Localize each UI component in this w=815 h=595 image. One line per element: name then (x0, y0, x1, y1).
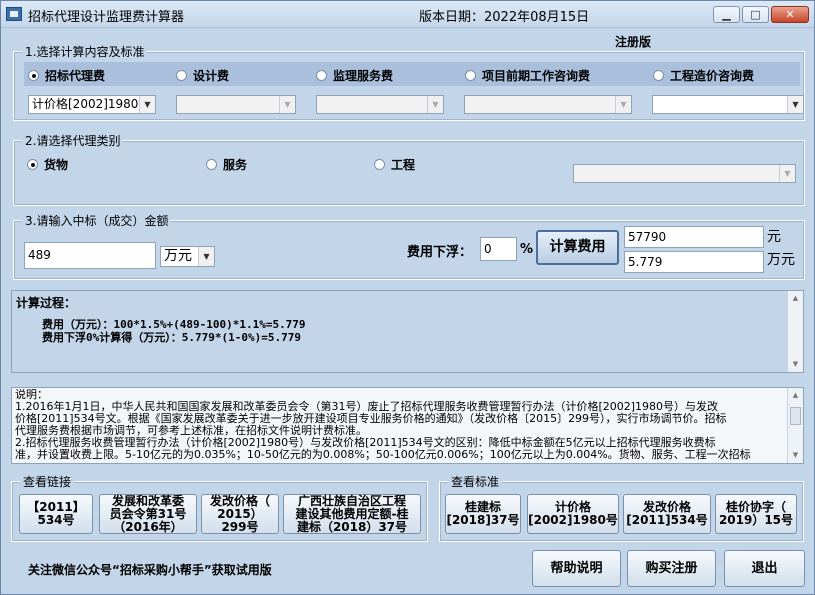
std-guijianbiao-button[interactable]: 桂建标 [2018]37号 (445, 494, 521, 534)
radio-label: 工程 (391, 158, 416, 172)
radio-label: 货物 (44, 158, 69, 172)
radio-label: 设计费 (193, 69, 230, 83)
select-value: 万元 (164, 248, 192, 264)
maximize-button[interactable]: □ (742, 6, 769, 23)
chevron-down-icon: ▼ (615, 96, 631, 113)
std-1980-button[interactable]: 计价格 [2002]1980号 (527, 494, 619, 534)
process-line-2: 费用下浮0%计算得（万元）：5.779*(1-0%)=5.779 (42, 331, 301, 344)
std-guijiaxie-button[interactable]: 桂价协字（ 2019）15号 (715, 494, 797, 534)
radio-dot (465, 70, 476, 81)
app-icon (6, 7, 22, 21)
links-title: 查看链接 (20, 473, 75, 490)
section-agency-category: 2.请选择代理类别 货物 服务 工程 ▼ (13, 132, 805, 206)
result-wan-field: 5.779 (624, 251, 764, 273)
scroll-up-icon[interactable]: ▲ (788, 291, 803, 306)
scroll-thumb[interactable] (790, 407, 801, 425)
radio-dot (27, 159, 38, 170)
chevron-down-icon: ▼ (139, 96, 155, 113)
notes-scrollbar[interactable]: ▲ ▼ (787, 388, 803, 463)
result-yuan-field: 57790 (624, 226, 764, 248)
cost-consult-standard-select[interactable]: ▼ (652, 95, 804, 114)
radio-engineering[interactable]: 工程 (374, 156, 415, 173)
title-bar: 招标代理设计监理费计算器 版本日期：2022年08月15日 ▁ □ ✕ (1, 1, 814, 28)
chevron-down-icon: ▼ (427, 96, 443, 113)
link-2015-299-button[interactable]: 发改价格（ 2015） 299号 (201, 494, 279, 534)
link-order-31-button[interactable]: 发展和改革委 员会令第31号 （2016年） (99, 494, 197, 534)
radio-tender-agency[interactable]: 招标代理费 (28, 67, 105, 84)
chevron-down-icon: ▼ (198, 247, 214, 266)
standards-title: 查看标准 (448, 473, 503, 490)
help-button[interactable]: 帮助说明 (532, 550, 621, 587)
buy-register-button[interactable]: 购买注册 (627, 550, 716, 587)
radio-label: 项目前期工作咨询费 (482, 69, 591, 83)
radio-goods[interactable]: 货物 (27, 156, 68, 173)
radio-label: 服务 (223, 158, 248, 172)
radio-label: 招标代理费 (45, 69, 106, 83)
process-scrollbar[interactable]: ▲ ▼ (787, 291, 803, 372)
app-window: 招标代理设计监理费计算器 版本日期：2022年08月15日 ▁ □ ✕ 注册版 … (0, 0, 815, 595)
radio-dot (206, 159, 217, 170)
link-2011-534-button[interactable]: 【2011】 534号 (19, 494, 93, 534)
notes-line: 准，并设置收费上限。5-10亿元的为0.035%；10-50亿元的为0.008%… (15, 448, 751, 461)
section-calc-content: 1.选择计算内容及标准 招标代理费 设计费 监理服务费 项目前期工作咨询费 工程… (13, 43, 805, 121)
radio-preliminary-consult-fee[interactable]: 项目前期工作咨询费 (465, 67, 590, 84)
close-button[interactable]: ✕ (771, 6, 809, 23)
preliminary-standard-select[interactable]: ▼ (464, 95, 632, 114)
radio-dot (374, 159, 385, 170)
radio-dot (28, 70, 39, 81)
scroll-up-icon[interactable]: ▲ (788, 388, 803, 403)
agency-subtype-select[interactable]: ▼ (573, 164, 796, 183)
std-534-button[interactable]: 发改价格 [2011]534号 (623, 494, 711, 534)
radio-dot (176, 70, 187, 81)
select-value: 计价格[2002]1980 (32, 97, 139, 111)
radio-design-fee[interactable]: 设计费 (176, 67, 229, 84)
tender-standard-select[interactable]: 计价格[2002]1980 ▼ (28, 95, 156, 114)
radio-dot (316, 70, 327, 81)
radio-dot (653, 70, 664, 81)
supervision-standard-select[interactable]: ▼ (316, 95, 444, 114)
radio-label: 监理服务费 (333, 69, 394, 83)
radio-services[interactable]: 服务 (206, 156, 247, 173)
registered-label: 注册版 (615, 35, 652, 49)
percent-sign: % (520, 242, 534, 257)
amount-unit-select[interactable]: 万元 ▼ (160, 246, 215, 267)
notes-panel[interactable]: 说明： 1.2016年1月1日，中华人民共和国国家发展和改革委员会令（第31号）… (11, 387, 804, 464)
wechat-notice: 关注微信公众号“招标采购小帮手”获取试用版 (28, 563, 272, 577)
discount-label: 费用下浮： (407, 245, 473, 260)
scroll-down-icon[interactable]: ▼ (788, 357, 803, 372)
section-2-title: 2.请选择代理类别 (22, 132, 124, 149)
chevron-down-icon: ▼ (779, 165, 795, 182)
chevron-down-icon: ▼ (279, 96, 295, 113)
radio-label: 工程造价咨询费 (670, 69, 755, 83)
chevron-down-icon: ▼ (787, 96, 803, 113)
calc-type-radio-row: 招标代理费 设计费 监理服务费 项目前期工作咨询费 工程造价咨询费 (24, 62, 800, 86)
exit-button[interactable]: 退出 (724, 550, 805, 587)
scroll-down-icon[interactable]: ▼ (788, 448, 803, 463)
bid-amount-input[interactable]: 489 (24, 242, 156, 269)
section-1-title: 1.选择计算内容及标准 (22, 43, 148, 60)
window-title: 招标代理设计监理费计算器 (28, 10, 185, 25)
wan-unit-label: 万元 (767, 252, 795, 268)
process-title: 计算过程： (16, 296, 77, 310)
link-guangxi-37-button[interactable]: 广西壮族自治区工程 建设其他费用定额-桂 建标（2018）37号 (283, 494, 421, 534)
calculate-fee-button[interactable]: 计算费用 (536, 230, 619, 265)
radio-supervision-fee[interactable]: 监理服务费 (316, 67, 393, 84)
calc-process-panel[interactable]: 计算过程： 费用（万元）：100*1.5%+(489-100)*1.1%=5.7… (11, 290, 804, 373)
design-standard-select[interactable]: ▼ (176, 95, 296, 114)
yuan-unit-label: 元 (767, 229, 781, 245)
radio-cost-consult-fee[interactable]: 工程造价咨询费 (653, 67, 754, 84)
version-date: 版本日期：2022年08月15日 (419, 10, 590, 25)
discount-input[interactable]: 0 (480, 237, 517, 261)
notes-text: 说明： 1.2016年1月1日，中华人民共和国国家发展和改革委员会令（第31号）… (15, 389, 785, 461)
minimize-button[interactable]: ▁ (713, 6, 740, 23)
section-3-title: 3.请输入中标（成交）金额 (22, 212, 172, 229)
